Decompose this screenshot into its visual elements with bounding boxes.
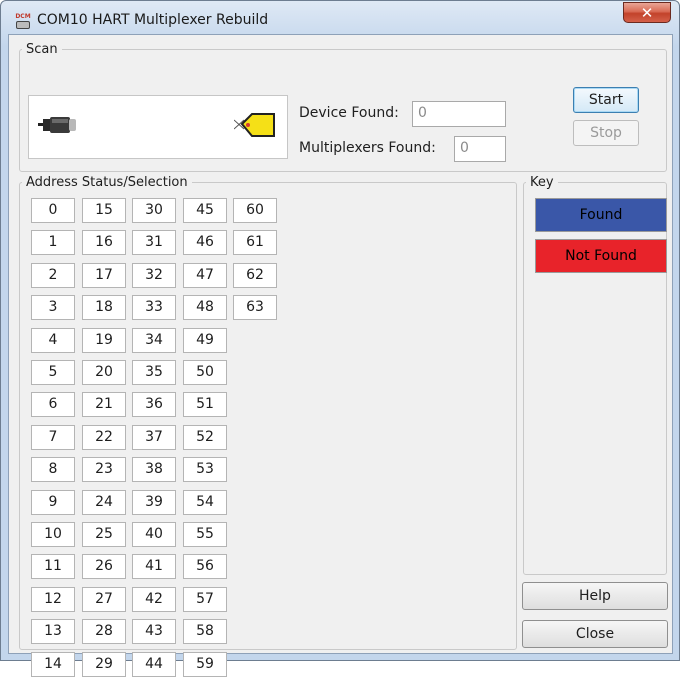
address-cell[interactable]: 18 (82, 295, 126, 320)
hart-modem-icon (38, 117, 76, 133)
address-cell[interactable]: 44 (132, 652, 176, 677)
address-cell[interactable]: 53 (183, 457, 227, 482)
address-cell[interactable]: 34 (132, 328, 176, 353)
address-cell[interactable]: 50 (183, 360, 227, 385)
address-cell[interactable]: 14 (31, 652, 75, 677)
address-cell[interactable]: 4 (31, 328, 75, 353)
address-cell[interactable]: 15 (82, 198, 126, 223)
multiplexers-found-field[interactable]: 0 (454, 136, 506, 162)
address-cell[interactable]: 2 (31, 263, 75, 288)
address-cell[interactable]: 48 (183, 295, 227, 320)
address-cell[interactable]: 19 (82, 328, 126, 353)
address-cell[interactable]: 7 (31, 425, 75, 450)
address-cell[interactable]: 37 (132, 425, 176, 450)
scan-animation-panel (28, 95, 288, 159)
device-found-field[interactable]: 0 (412, 101, 506, 127)
address-cell[interactable]: 46 (183, 230, 227, 255)
address-cell[interactable]: 42 (132, 587, 176, 612)
address-cell[interactable]: 43 (132, 619, 176, 644)
address-cell[interactable]: 5 (31, 360, 75, 385)
address-cell[interactable]: 57 (183, 587, 227, 612)
address-cell[interactable]: 25 (82, 522, 126, 547)
address-cell[interactable]: 55 (183, 522, 227, 547)
address-cell[interactable]: 38 (132, 457, 176, 482)
address-cell[interactable]: 35 (132, 360, 176, 385)
app-icon-text: DCM (15, 13, 31, 20)
address-cell[interactable]: 39 (132, 490, 176, 515)
address-cell[interactable]: 52 (183, 425, 227, 450)
address-cell[interactable]: 63 (233, 295, 277, 320)
close-icon: ✕ (640, 4, 654, 22)
key-legend: Key (530, 175, 554, 190)
window-close-button[interactable]: ✕ (623, 2, 671, 23)
address-cell[interactable]: 24 (82, 490, 126, 515)
address-cell[interactable]: 49 (183, 328, 227, 353)
address-cell[interactable]: 54 (183, 490, 227, 515)
address-cell[interactable]: 40 (132, 522, 176, 547)
address-cell[interactable]: 23 (82, 457, 126, 482)
address-cell[interactable]: 17 (82, 263, 126, 288)
address-cell[interactable]: 62 (233, 263, 277, 288)
window-title: COM10 HART Multiplexer Rebuild (37, 12, 269, 28)
address-cell[interactable]: 12 (31, 587, 75, 612)
address-cell[interactable]: 26 (82, 554, 126, 579)
address-cell[interactable]: 8 (31, 457, 75, 482)
key-group: Key (523, 175, 667, 575)
key-not-found-swatch: Not Found (535, 239, 667, 273)
start-button[interactable]: Start (573, 87, 639, 113)
address-cell[interactable]: 9 (31, 490, 75, 515)
app-icon: DCM (15, 13, 31, 29)
address-cell[interactable]: 33 (132, 295, 176, 320)
stop-button[interactable]: Stop (573, 120, 639, 146)
address-cell[interactable]: 0 (31, 198, 75, 223)
address-cell[interactable]: 51 (183, 392, 227, 417)
device-found-label: Device Found: (299, 105, 399, 121)
address-cell[interactable]: 16 (82, 230, 126, 255)
address-cell[interactable]: 56 (183, 554, 227, 579)
address-cell[interactable]: 21 (82, 392, 126, 417)
address-cell[interactable]: 10 (31, 522, 75, 547)
address-cell[interactable]: 60 (233, 198, 277, 223)
address-cell[interactable]: 6 (31, 392, 75, 417)
address-cell[interactable]: 28 (82, 619, 126, 644)
device-tag-icon (234, 113, 275, 137)
address-cell[interactable]: 22 (82, 425, 126, 450)
address-cell[interactable]: 31 (132, 230, 176, 255)
address-cell[interactable]: 1 (31, 230, 75, 255)
multiplexers-found-label: Multiplexers Found: (299, 140, 436, 156)
help-button[interactable]: Help (522, 582, 668, 610)
address-cell[interactable]: 30 (132, 198, 176, 223)
address-legend: Address Status/Selection (26, 175, 188, 190)
address-cell[interactable]: 3 (31, 295, 75, 320)
scan-legend: Scan (26, 42, 58, 57)
address-cell[interactable]: 58 (183, 619, 227, 644)
address-cell[interactable]: 13 (31, 619, 75, 644)
address-cell[interactable]: 36 (132, 392, 176, 417)
close-button[interactable]: Close (522, 620, 668, 648)
address-cell[interactable]: 61 (233, 230, 277, 255)
dialog-body: Scan Device Found: 0 Multiplexers Found:… (8, 34, 673, 677)
address-cell[interactable]: 20 (82, 360, 126, 385)
main-window: DCM COM10 HART Multiplexer Rebuild ✕ Sca… (0, 0, 680, 677)
address-cell[interactable]: 59 (183, 652, 227, 677)
address-cell[interactable]: 32 (132, 263, 176, 288)
address-cell[interactable]: 11 (31, 554, 75, 579)
key-found-swatch: Found (535, 198, 667, 232)
address-cell[interactable]: 41 (132, 554, 176, 579)
address-cell[interactable]: 29 (82, 652, 126, 677)
address-cell[interactable]: 27 (82, 587, 126, 612)
address-cell[interactable]: 45 (183, 198, 227, 223)
address-cell[interactable]: 47 (183, 263, 227, 288)
